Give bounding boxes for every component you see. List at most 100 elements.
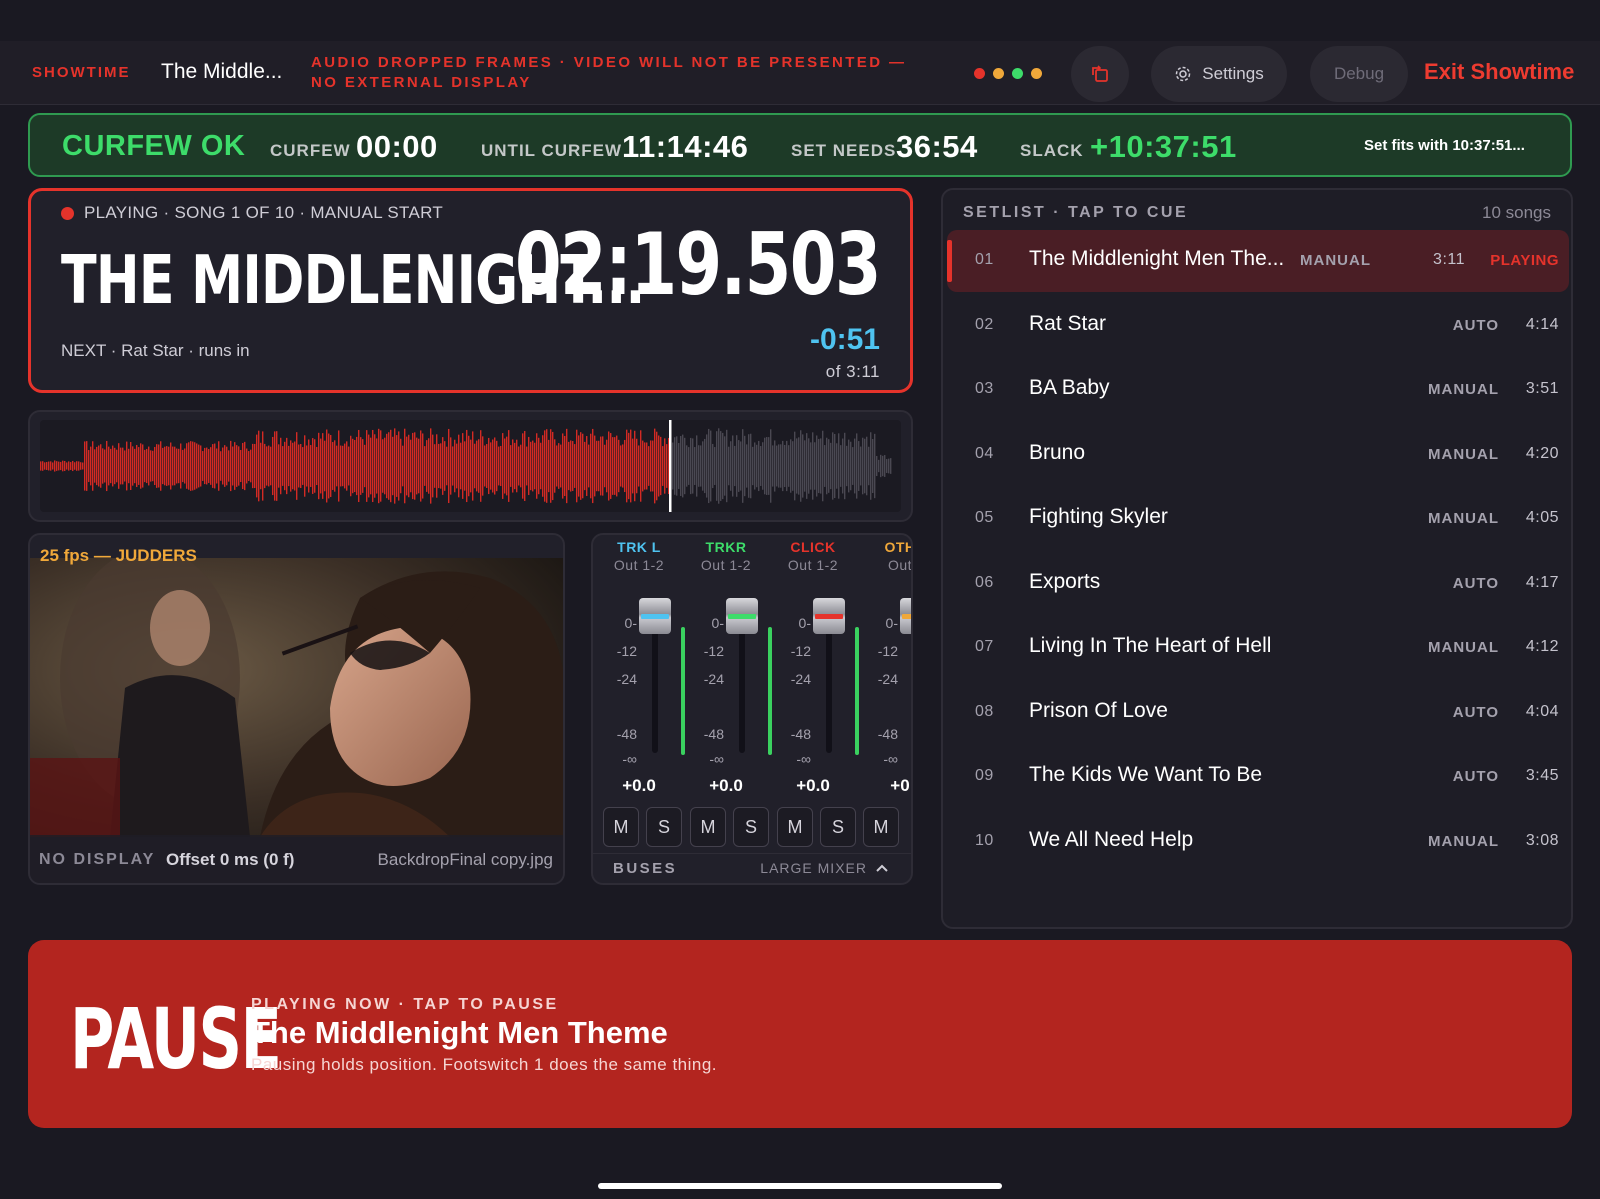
setlist-row[interactable]: 05 Fighting Skyler MANUAL 4:05 [947, 488, 1569, 550]
mute-button[interactable]: M [690, 807, 726, 847]
solo-button[interactable]: S [733, 807, 769, 847]
solo-button[interactable]: S [646, 807, 682, 847]
curfew-bar: CURFEW OK CURFEW 00:00 UNTIL CURFEW 11:1… [28, 113, 1572, 177]
setlist-row[interactable]: 06 Exports AUTO 4:17 [947, 553, 1569, 615]
rotate-lock-icon [1092, 65, 1108, 82]
fader-handle[interactable] [726, 598, 758, 634]
waveform-scrubber[interactable] [40, 420, 901, 512]
song-start-mode: AUTO [1452, 574, 1499, 592]
fader-handle[interactable] [900, 598, 911, 634]
playing-status: PLAYING · SONG 1 OF 10 · MANUAL START [61, 203, 443, 223]
fader-handle[interactable] [639, 598, 671, 634]
setlist-row[interactable]: 04 Bruno MANUAL 4:20 [947, 424, 1569, 486]
mixer-channel: TRK L Out 1-2 0- -12 -24 -48 -∞ +0.0 [595, 535, 685, 815]
channel-gain: +0.0 [709, 776, 743, 795]
scale-tick: -48 [877, 726, 898, 742]
scale-tick: 0- [885, 615, 898, 631]
curfew-status: CURFEW OK [62, 130, 246, 162]
playing-status-text: PLAYING · SONG 1 OF 10 · MANUAL START [84, 203, 444, 222]
scale-tick: 0- [711, 615, 724, 631]
mixer-channel: TRKR Out 1-2 0- -12 -24 -48 -∞ +0.0 [682, 535, 772, 815]
song-state: PLAYING [1490, 252, 1559, 269]
pause-button[interactable]: PAUSE PLAYING NOW · TAP TO PAUSE The Mid… [28, 940, 1572, 1128]
status-dot [1031, 68, 1042, 79]
setlist-row[interactable]: 02 Rat Star AUTO 4:14 [947, 295, 1569, 357]
slack-label: SLACK [1020, 141, 1084, 160]
setlist-row[interactable]: 07 Living In The Heart of Hell MANUAL 4:12 [947, 617, 1569, 679]
video-file-name: BackdropFinal copy.jpg [377, 850, 553, 869]
song-number: 04 [975, 444, 994, 462]
pause-label: PAUSE [70, 990, 282, 1088]
scale-tick: -∞ [883, 751, 898, 767]
channel-gain: +0 [890, 776, 910, 795]
settings-label: Settings [1202, 64, 1264, 83]
home-indicator[interactable] [598, 1183, 1002, 1189]
solo-button[interactable]: S [820, 807, 856, 847]
large-mixer-button[interactable]: LARGE MIXER [760, 860, 889, 876]
song-title: Prison Of Love [1029, 698, 1168, 722]
setlist-row[interactable]: 01 The Middlenight Men The... MANUAL 3:11 PL… [947, 230, 1569, 292]
scale-tick: -12 [790, 643, 811, 659]
song-number: 01 [975, 251, 994, 268]
setlist-count: 10 songs [1482, 203, 1551, 222]
song-start-mode: MANUAL [1300, 252, 1371, 269]
song-title: Fighting Skyler [1029, 505, 1168, 528]
song-start-mode: AUTO [1452, 768, 1499, 785]
channel-name: TRKR [705, 539, 747, 555]
channel-output[interactable]: Out 1-2 [595, 557, 683, 573]
setlist-panel: SETLIST · TAP TO CUE 10 songs 01 The Midd… [941, 188, 1573, 929]
mute-button[interactable]: M [777, 807, 813, 847]
scale-tick: -48 [703, 726, 724, 742]
song-start-mode: MANUAL [1428, 510, 1499, 527]
mute-button[interactable]: M [863, 807, 899, 847]
song-duration: 4:17 [1525, 573, 1559, 591]
fader-color-line [902, 614, 911, 619]
song-start-mode: MANUAL [1428, 832, 1499, 850]
song-number: 03 [975, 380, 994, 397]
song-number: 07 [975, 638, 994, 655]
mixer-footer: BUSES LARGE MIXER [593, 853, 911, 883]
song-duration: 4:14 [1525, 315, 1559, 333]
curfew-label: CURFEW [270, 141, 351, 160]
mute-button[interactable]: M [603, 807, 639, 847]
channel-output[interactable]: Out 1-2 [769, 557, 857, 573]
scale-tick: -12 [703, 643, 724, 659]
until-curfew-value: 11:14:46 [622, 129, 749, 164]
setlist-row[interactable]: 08 Prison Of Love AUTO 4:04 [947, 682, 1569, 744]
setlist-row[interactable]: 03 BA Baby MANUAL 3:51 [947, 359, 1569, 421]
status-dot [1012, 68, 1023, 79]
rotate-lock-button[interactable] [1071, 46, 1129, 102]
app-brand: SHOWTIME [32, 64, 131, 81]
scale-tick: -∞ [622, 751, 637, 767]
exit-showtime-button[interactable]: Exit Showtime [1424, 59, 1574, 85]
fader-scale: 0- -12 -24 -48 -∞ [686, 595, 726, 767]
song-number: 09 [975, 767, 994, 784]
no-display-label: NO DISPLAY [39, 851, 156, 868]
debug-button[interactable]: Debug [1310, 46, 1408, 102]
channel-name: CLICK [790, 539, 836, 555]
chevron-up-icon [876, 864, 888, 872]
elapsed-time: 02:19.503 [515, 215, 882, 315]
fps-warning: 25 fps — JUDDERS [40, 546, 197, 565]
status-dot [993, 68, 1004, 79]
scale-tick: -24 [703, 671, 724, 687]
gear-icon [1176, 66, 1191, 82]
playhead[interactable] [669, 420, 672, 512]
fader-handle[interactable] [813, 598, 845, 634]
settings-button[interactable]: Settings [1151, 46, 1287, 102]
song-duration: 3:51 [1525, 380, 1559, 397]
scale-tick: 0- [624, 615, 637, 631]
set-needs-value: 36:54 [896, 129, 978, 164]
song-duration: 4:05 [1525, 509, 1559, 526]
setlist-row[interactable]: 09 The Kids We Want To Be AUTO 3:45 [947, 746, 1569, 808]
setlist-row[interactable]: 10 We All Need Help MANUAL 3:08 [947, 811, 1569, 873]
song-title: BA Baby [1029, 376, 1110, 399]
song-start-mode: AUTO [1452, 316, 1499, 334]
fader-scale: 0- -12 -24 -48 -∞ [860, 595, 900, 767]
song-start-mode: MANUAL [1428, 381, 1499, 398]
channel-output[interactable]: Out [856, 557, 911, 573]
channel-output[interactable]: Out 1-2 [682, 557, 770, 573]
video-offset[interactable]: Offset 0 ms (0 f) [166, 850, 294, 870]
fader-scale: 0- -12 -24 -48 -∞ [599, 595, 639, 767]
top-bar: SHOWTIME The Middle... AUDIO DROPPED FRA… [0, 41, 1600, 105]
